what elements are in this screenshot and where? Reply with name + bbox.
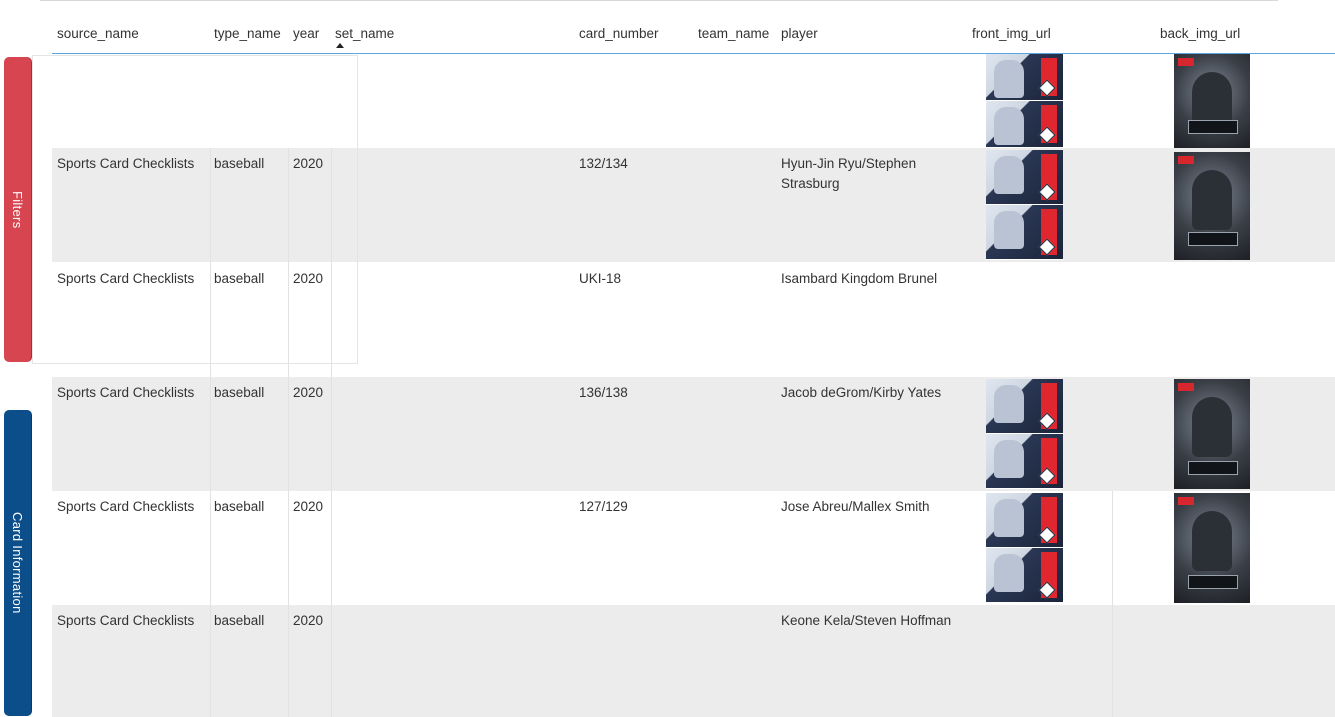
column-divider bbox=[210, 148, 211, 717]
column-header-source-name[interactable]: source_name bbox=[57, 26, 139, 41]
table-row[interactable]: Sports Card Checklists baseball 2020 127… bbox=[52, 491, 1335, 605]
table-row[interactable] bbox=[52, 54, 1335, 148]
back-card-image bbox=[1174, 152, 1250, 260]
cell-type-name: baseball bbox=[214, 156, 265, 171]
filters-tab-label: Filters bbox=[10, 190, 25, 229]
cell-source-name: Sports Card Checklists bbox=[57, 613, 195, 628]
cell-type-name: baseball bbox=[214, 271, 265, 286]
card-information-tab[interactable]: Card Information bbox=[4, 410, 32, 716]
table-row[interactable]: Sports Card Checklists baseball 2020 136… bbox=[52, 377, 1335, 491]
column-divider bbox=[288, 148, 289, 717]
cell-year: 2020 bbox=[293, 156, 324, 171]
front-card-image bbox=[986, 150, 1063, 260]
cell-year: 2020 bbox=[293, 271, 324, 286]
column-header-year[interactable]: year bbox=[293, 26, 319, 41]
table-header: source_name type_name year set_name card… bbox=[52, 0, 1335, 54]
cell-year: 2020 bbox=[293, 613, 324, 628]
column-header-set-name[interactable]: set_name bbox=[335, 26, 394, 41]
cell-source-name: Sports Card Checklists bbox=[57, 499, 195, 514]
table-row[interactable]: Sports Card Checklists baseball 2020 UKI… bbox=[52, 263, 1335, 377]
column-header-team-name[interactable]: team_name bbox=[698, 26, 769, 41]
cell-card-number: UKI-18 bbox=[579, 271, 622, 286]
cell-card-number: 136/138 bbox=[579, 385, 628, 400]
table-row[interactable]: Sports Card Checklists baseball 2020 Keo… bbox=[52, 605, 1335, 717]
cell-type-name: baseball bbox=[214, 499, 265, 514]
table-row[interactable]: Sports Card Checklists baseball 2020 132… bbox=[52, 148, 1335, 262]
cell-year: 2020 bbox=[293, 385, 324, 400]
cell-source-name: Sports Card Checklists bbox=[57, 156, 195, 171]
front-card-image bbox=[986, 493, 1063, 603]
cell-player: Hyun-Jin Ryu/Stephen Strasburg bbox=[781, 156, 917, 191]
cell-player: Isambard Kingdom Brunel bbox=[781, 271, 938, 286]
cell-source-name: Sports Card Checklists bbox=[57, 271, 195, 286]
filters-tab[interactable]: Filters bbox=[4, 57, 32, 362]
column-header-player[interactable]: player bbox=[781, 26, 818, 41]
cell-player: Jacob deGrom/Kirby Yates bbox=[781, 385, 942, 400]
back-card-image bbox=[1174, 379, 1250, 489]
cell-card-number: 132/134 bbox=[579, 156, 628, 171]
cell-player: Keone Kela/Steven Hoffman bbox=[781, 613, 952, 628]
column-divider bbox=[1112, 491, 1113, 717]
cell-player: Jose Abreu/Mallex Smith bbox=[781, 499, 930, 514]
cell-year: 2020 bbox=[293, 499, 324, 514]
card-information-tab-label: Card Information bbox=[10, 512, 25, 614]
cell-type-name: baseball bbox=[214, 613, 265, 628]
column-header-front-img-url[interactable]: front_img_url bbox=[972, 26, 1051, 41]
cell-type-name: baseball bbox=[214, 385, 265, 400]
column-header-type-name[interactable]: type_name bbox=[214, 26, 281, 41]
front-card-image bbox=[986, 54, 1063, 148]
sort-ascending-icon[interactable] bbox=[336, 43, 344, 48]
front-card-image bbox=[986, 379, 1063, 489]
column-divider bbox=[331, 148, 332, 717]
cell-card-number: 127/129 bbox=[579, 499, 628, 514]
back-card-image bbox=[1174, 493, 1250, 603]
back-card-image bbox=[1174, 54, 1250, 148]
cell-source-name: Sports Card Checklists bbox=[57, 385, 195, 400]
column-header-card-number[interactable]: card_number bbox=[579, 26, 659, 41]
column-header-back-img-url[interactable]: back_img_url bbox=[1160, 26, 1240, 41]
